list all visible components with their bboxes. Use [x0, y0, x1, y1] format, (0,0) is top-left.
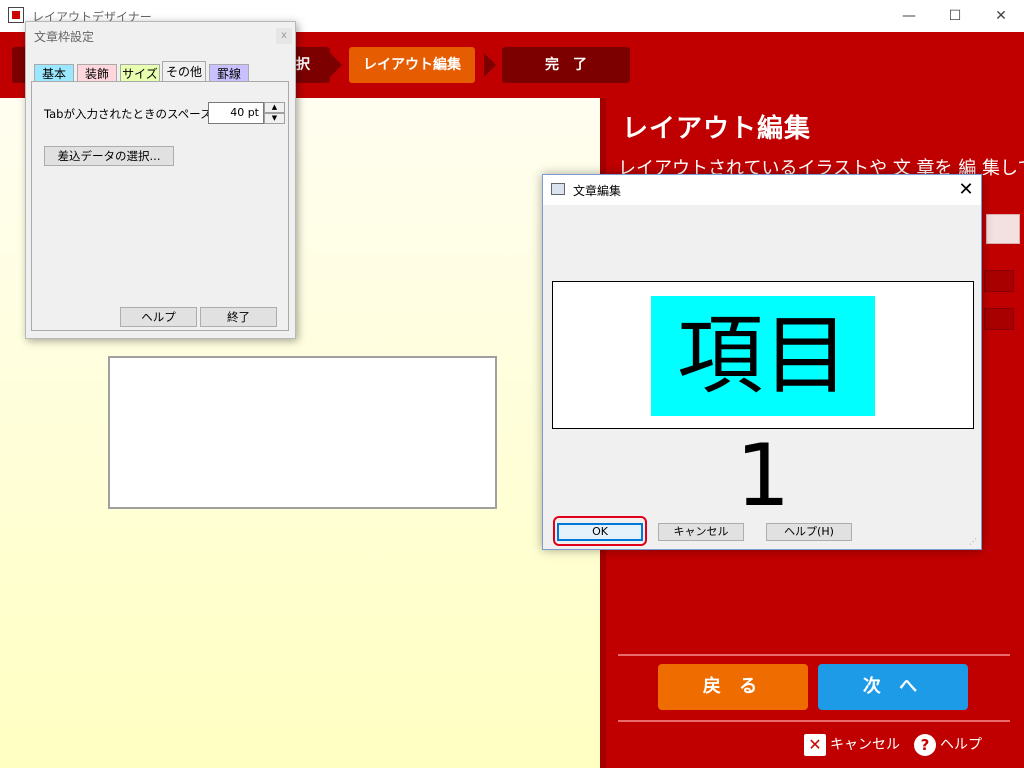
ok-button[interactable]: OK [557, 523, 643, 541]
help-label: ヘルプ [940, 737, 982, 753]
text-preview: 項目1 [552, 281, 974, 526]
help-button[interactable]: ヘルプ(H) [766, 523, 852, 541]
dialog-title: 文章編集 [573, 184, 622, 198]
step-arrow-icon [484, 53, 496, 77]
close-button[interactable]: ✕ [978, 0, 1024, 32]
cancel-label: キャンセル [830, 737, 900, 753]
help-button[interactable]: ヘルプ [120, 307, 197, 327]
tab-decoration[interactable]: 装飾 [77, 64, 117, 82]
panel-field[interactable] [986, 214, 1020, 244]
step-arrow-icon [330, 53, 342, 77]
tab-basic[interactable]: 基本 [34, 64, 74, 82]
window-icon [551, 183, 565, 195]
divider [618, 720, 1010, 722]
panel-title: レイアウト編集 [622, 114, 812, 144]
app-icon [8, 7, 24, 23]
help-link[interactable]: ? ヘルプ [914, 732, 982, 758]
tab-size[interactable]: サイズ [120, 64, 160, 82]
finish-button[interactable]: 終了 [200, 307, 277, 327]
step-layout-edit: レイアウト編集 [349, 47, 475, 83]
panel-option-button[interactable] [984, 308, 1014, 330]
tab-border[interactable]: 罫線 [209, 64, 249, 82]
close-icon: ✕ [804, 734, 826, 756]
tab-spacing-stepper[interactable]: ▲ ▼ [264, 102, 285, 124]
text-frame[interactable] [108, 356, 497, 509]
panel-option-button[interactable] [984, 270, 1014, 292]
tab-other[interactable]: その他 [162, 61, 206, 82]
dialog-close-button[interactable]: x [276, 28, 292, 44]
resize-grip-icon[interactable]: ⋰ [969, 537, 979, 547]
text-edit-dialog: 文章編集 ✕ 項目1 OK キャンセル ヘルプ(H) ⋰ [542, 174, 982, 550]
back-button[interactable]: 戻 る [658, 664, 808, 710]
cancel-link[interactable]: ✕ キャンセル [804, 732, 900, 758]
help-icon: ? [914, 734, 936, 756]
dialog-title: 文章枠設定 [34, 30, 95, 44]
frame-settings-dialog: 文章枠設定 x 基本 装飾 サイズ その他 罫線 Tabが入力されたときのスペー… [25, 21, 296, 339]
spin-up-icon[interactable]: ▲ [264, 102, 285, 113]
step-finish: 完 了 [502, 47, 630, 83]
next-button[interactable]: 次 へ [818, 664, 968, 710]
maximize-button[interactable]: ☐ [932, 0, 978, 32]
preview-text: 項目1 [651, 296, 875, 526]
step-select-label: 択 [296, 57, 310, 73]
cancel-button[interactable]: キャンセル [658, 523, 744, 541]
merge-data-button[interactable]: 差込データの選択... [44, 146, 174, 166]
dialog-titlebar: 文章編集 ✕ [543, 175, 981, 205]
spin-down-icon[interactable]: ▼ [264, 113, 285, 124]
dialog-close-button[interactable]: ✕ [953, 177, 979, 203]
tab-spacing-input[interactable]: 40 pt [208, 102, 264, 124]
divider [618, 654, 1010, 656]
tab-spacing-label: Tabが入力されたときのスペース幅: [44, 107, 227, 121]
minimize-button[interactable]: — [886, 0, 932, 32]
